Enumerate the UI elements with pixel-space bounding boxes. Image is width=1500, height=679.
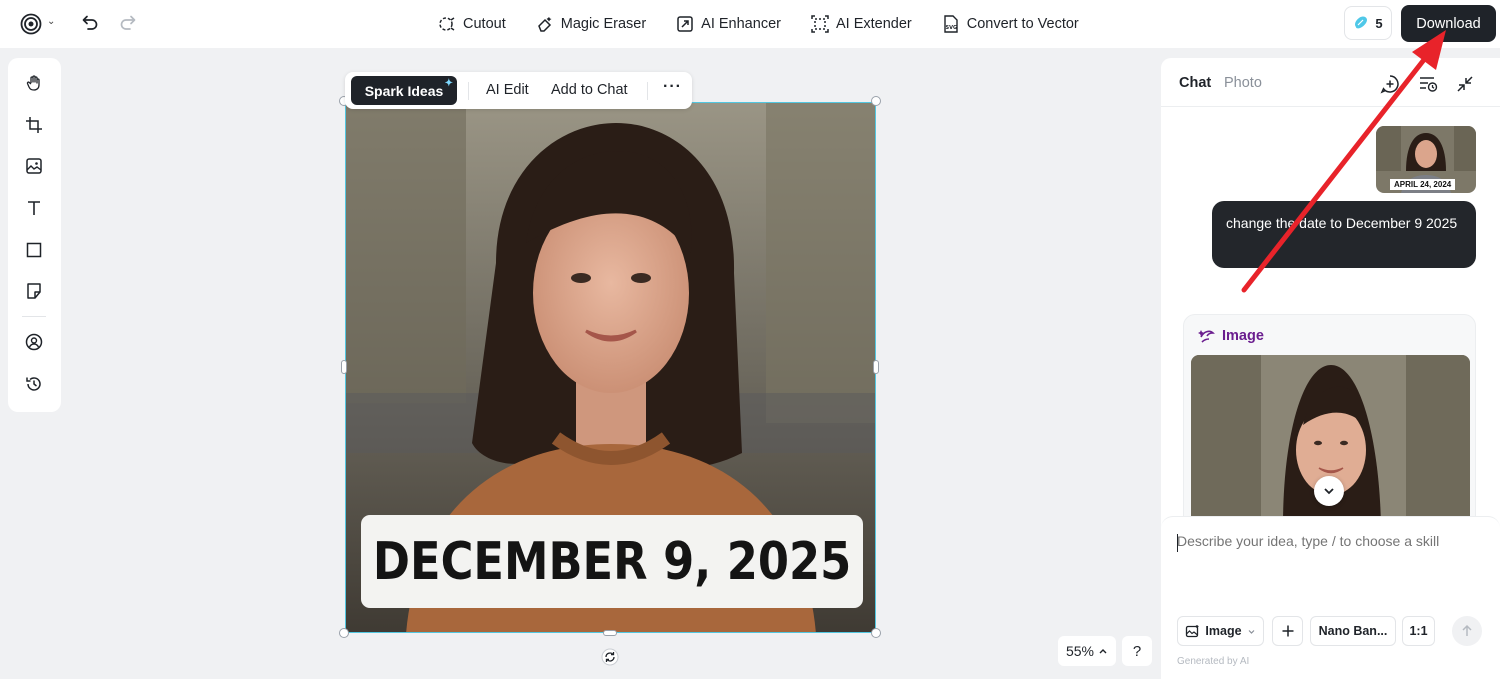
ai-enhancer-label: AI Enhancer xyxy=(701,16,781,32)
avatar-icon[interactable] xyxy=(23,331,45,353)
crop-icon[interactable] xyxy=(23,114,45,136)
attached-image-thumbnail[interactable]: APRIL 24, 2024 xyxy=(1376,126,1476,193)
user-message-bubble: change the date to December 9 2025 xyxy=(1212,201,1476,268)
cutout-icon xyxy=(439,17,455,31)
arrow-up-icon xyxy=(1462,624,1472,636)
sparkle-icon: ✦ xyxy=(444,78,453,89)
ai-enhancer-button[interactable]: AI Enhancer xyxy=(676,15,781,33)
aspect-ratio-label: 1:1 xyxy=(1409,624,1428,638)
response-title: Image xyxy=(1222,328,1264,344)
eraser-icon xyxy=(537,17,552,32)
svg-text:SVG: SVG xyxy=(945,25,957,31)
undo-icon[interactable] xyxy=(80,12,102,34)
spark-ideas-label: Spark Ideas xyxy=(364,82,444,99)
text-icon[interactable] xyxy=(23,197,45,219)
generated-by-ai-note: Generated by AI xyxy=(1177,656,1250,667)
left-toolbar xyxy=(8,58,61,412)
tab-photo[interactable]: Photo xyxy=(1224,75,1262,91)
date-overlay-card: DECEMBER 9, 2025 xyxy=(361,515,863,608)
collapse-icon[interactable] xyxy=(1455,74,1475,94)
message-composer: Image Nano Ban... 1:1 Generated by AI xyxy=(1161,516,1500,679)
prompt-input[interactable] xyxy=(1177,533,1477,549)
date-overlay-text: DECEMBER 9, 2025 xyxy=(372,531,852,592)
tab-chat[interactable]: Chat xyxy=(1179,75,1211,91)
redo-icon[interactable] xyxy=(118,12,140,34)
magic-eraser-button[interactable]: Magic Eraser xyxy=(536,15,646,33)
rotate-icon[interactable] xyxy=(601,648,619,666)
panel-divider xyxy=(1161,106,1500,107)
send-button[interactable] xyxy=(1452,616,1482,646)
top-bar: ⌄ Cutout Magic Eraser AI Enhancer AI Ext… xyxy=(0,0,1500,48)
image-icon[interactable] xyxy=(23,155,45,177)
spark-ideas-button[interactable]: Spark Ideas ✦ xyxy=(351,76,457,105)
canvas-image[interactable]: DECEMBER 9, 2025 xyxy=(345,102,876,633)
toolbar-divider xyxy=(647,82,648,100)
chevron-down-icon xyxy=(1324,488,1334,495)
hand-icon[interactable] xyxy=(23,72,45,94)
chevron-up-icon xyxy=(1099,649,1107,654)
extender-icon xyxy=(811,15,829,33)
credits-badge[interactable]: 5 xyxy=(1344,6,1392,40)
add-to-chat-button[interactable]: Add to Chat xyxy=(551,82,628,98)
credits-count: 5 xyxy=(1375,15,1383,31)
chat-panel: Chat Photo APRIL 24, 2024 change the dat… xyxy=(1161,58,1500,679)
cutout-button[interactable]: Cutout xyxy=(438,15,506,33)
thumbnail-date-label: APRIL 24, 2024 xyxy=(1390,179,1456,190)
zoom-control[interactable]: 55% xyxy=(1058,636,1116,666)
response-header: Image xyxy=(1198,327,1264,345)
cutout-label: Cutout xyxy=(463,16,506,32)
add-attachment-button[interactable] xyxy=(1272,616,1303,646)
help-button[interactable]: ? xyxy=(1122,636,1152,666)
sticky-note-icon[interactable] xyxy=(23,280,45,302)
toolbar-divider xyxy=(22,316,46,317)
plus-icon xyxy=(1282,625,1293,637)
tool-menu: Cutout Magic Eraser AI Enhancer AI Exten… xyxy=(438,0,1079,48)
resize-handle[interactable] xyxy=(871,628,881,638)
svg-icon: SVG xyxy=(944,15,958,33)
app-logo-icon[interactable] xyxy=(20,12,44,36)
ai-extender-label: AI Extender xyxy=(835,16,912,32)
chevron-down-icon[interactable]: ⌄ xyxy=(47,16,55,27)
model-select[interactable]: Nano Ban... xyxy=(1310,616,1396,646)
credit-gem-icon xyxy=(1355,16,1368,29)
new-chat-icon[interactable] xyxy=(1380,74,1400,94)
floating-context-toolbar: Spark Ideas ✦ AI Edit Add to Chat ··· xyxy=(345,72,692,109)
resize-handle[interactable] xyxy=(603,630,617,636)
toolbar-divider xyxy=(468,82,469,100)
convert-to-vector-button[interactable]: SVG Convert to Vector xyxy=(942,15,1079,33)
scroll-down-button[interactable] xyxy=(1314,476,1344,506)
resize-handle[interactable] xyxy=(341,360,347,374)
enhancer-icon xyxy=(677,16,693,32)
chat-history-icon[interactable] xyxy=(1418,74,1438,94)
more-options-icon[interactable]: ··· xyxy=(663,78,682,96)
mode-select-image[interactable]: Image xyxy=(1177,616,1264,646)
convert-to-vector-label: Convert to Vector xyxy=(966,16,1079,32)
resize-handle[interactable] xyxy=(873,360,879,374)
ai-edit-button[interactable]: AI Edit xyxy=(486,82,529,98)
model-label: Nano Ban... xyxy=(1318,624,1388,638)
history-icon[interactable] xyxy=(23,373,45,395)
chevron-down-icon xyxy=(1248,629,1254,634)
magic-eraser-label: Magic Eraser xyxy=(560,16,647,32)
resize-handle[interactable] xyxy=(339,628,349,638)
zoom-level: 55% xyxy=(1065,643,1095,659)
image-add-icon xyxy=(1186,624,1199,637)
resize-handle[interactable] xyxy=(871,96,881,106)
image-generation-icon xyxy=(1198,330,1215,343)
mode-label: Image xyxy=(1205,624,1242,638)
ai-extender-button[interactable]: AI Extender xyxy=(811,15,912,33)
download-button[interactable]: Download xyxy=(1401,5,1496,42)
shape-icon[interactable] xyxy=(23,239,45,261)
aspect-ratio-select[interactable]: 1:1 xyxy=(1402,616,1435,646)
